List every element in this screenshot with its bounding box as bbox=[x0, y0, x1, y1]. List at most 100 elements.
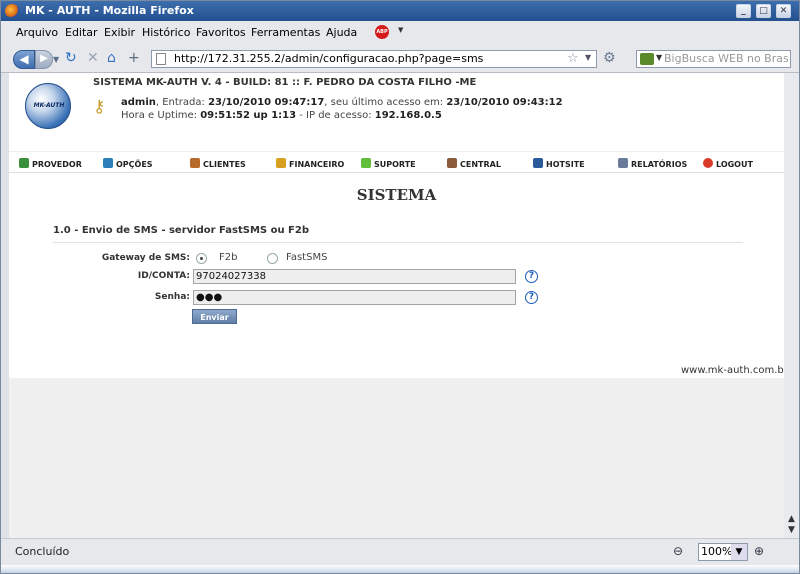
page-content: MK-AUTH SISTEMA MK-AUTH V. 4 - BUILD: 81… bbox=[9, 73, 784, 378]
finance-icon bbox=[276, 158, 286, 168]
entry-label: , Entrada: bbox=[155, 97, 205, 108]
menu-central[interactable]: CENTRAL bbox=[447, 158, 501, 169]
firefox-icon bbox=[5, 4, 19, 18]
menu-arquivo[interactable]: Arquivo bbox=[16, 26, 58, 39]
uptime-value: 09:51:52 up 1:13 bbox=[200, 110, 297, 121]
last-access-label: , seu último acesso em: bbox=[324, 97, 444, 108]
entry-time: 23/10/2010 09:47:17 bbox=[208, 97, 325, 108]
forward-button[interactable]: ▶ bbox=[35, 50, 53, 69]
addon-icon[interactable]: ⚙ bbox=[603, 49, 616, 67]
submit-button[interactable]: Enviar bbox=[192, 309, 237, 324]
desktop-strip bbox=[1, 565, 799, 573]
menu-opcoes[interactable]: OPÇÕES bbox=[103, 158, 153, 169]
menu-suporte[interactable]: SUPORTE bbox=[361, 158, 416, 169]
clients-icon bbox=[190, 158, 200, 168]
ip-value: 192.168.0.5 bbox=[374, 110, 442, 121]
menu-editar[interactable]: Editar bbox=[65, 26, 98, 39]
page-icon bbox=[156, 53, 166, 65]
menu-relatorios[interactable]: RELATÓRIOS bbox=[618, 158, 687, 169]
zoom-select[interactable]: 100% ▼ bbox=[698, 543, 748, 561]
password-help-icon[interactable]: ? bbox=[525, 291, 538, 304]
central-icon bbox=[447, 158, 457, 168]
system-info: SISTEMA MK-AUTH V. 4 - BUILD: 81 :: F. P… bbox=[93, 77, 477, 88]
menu-central-label: CENTRAL bbox=[460, 160, 501, 169]
scroll-down-icon[interactable]: ▼ bbox=[788, 525, 795, 535]
id-help-icon[interactable]: ? bbox=[525, 270, 538, 283]
mk-auth-logo: MK-AUTH bbox=[25, 83, 71, 129]
adblock-icon[interactable]: ABP bbox=[375, 25, 389, 39]
menu-exibir[interactable]: Exibir bbox=[104, 26, 135, 39]
zoom-in-icon[interactable]: ⊕ bbox=[754, 544, 764, 558]
id-field[interactable]: 97024027338 bbox=[193, 269, 516, 284]
zoom-out-icon[interactable]: ⊖ bbox=[673, 544, 683, 558]
minimize-button[interactable]: _ bbox=[736, 4, 751, 18]
page-viewport: MK-AUTH SISTEMA MK-AUTH V. 4 - BUILD: 81… bbox=[9, 73, 784, 538]
password-label: Senha: bbox=[154, 292, 190, 302]
menu-hotsite-label: HOTSITE bbox=[546, 160, 585, 169]
logout-icon bbox=[703, 158, 713, 168]
menu-provedor[interactable]: PROVEDOR bbox=[19, 158, 82, 169]
browser-window: MK - AUTH - Mozilla Firefox _ □ ✕ Arquiv… bbox=[0, 0, 800, 574]
ip-label: - IP de acesso: bbox=[299, 110, 372, 121]
scroll-up-icon[interactable]: ▲ bbox=[788, 514, 795, 524]
menu-hotsite[interactable]: HOTSITE bbox=[533, 158, 585, 169]
url-dropdown-icon[interactable]: ▼ bbox=[585, 50, 591, 66]
zoom-value: 100% bbox=[701, 545, 733, 558]
bookmark-star-icon[interactable]: ☆ bbox=[567, 51, 579, 67]
title-bar: MK - AUTH - Mozilla Firefox _ □ ✕ bbox=[1, 1, 799, 21]
gateway-label: Gateway de SMS: bbox=[101, 253, 190, 263]
menu-financeiro-label: FINANCEIRO bbox=[289, 160, 345, 169]
url-bar[interactable]: http://172.31.255.2/admin/configuracao.p… bbox=[151, 50, 597, 68]
menu-ferramentas[interactable]: Ferramentas bbox=[251, 26, 320, 39]
page-title: SISTEMA bbox=[356, 186, 437, 204]
section-title: 1.0 - Envio de SMS - servidor FastSMS ou… bbox=[53, 225, 310, 236]
status-text: Concluído bbox=[15, 545, 70, 558]
status-bar: Concluído ⊖ 100% ▼ ⊕ bbox=[1, 538, 799, 565]
maximize-button[interactable]: □ bbox=[756, 4, 771, 18]
menu-clientes[interactable]: CLIENTES bbox=[190, 158, 246, 169]
url-text[interactable]: http://172.31.255.2/admin/configuracao.p… bbox=[174, 51, 483, 67]
adblock-dropdown-icon[interactable]: ▼ bbox=[398, 26, 403, 34]
top-menu: PROVEDOR OPÇÕES CLIENTES FINANCEIRO SUPO… bbox=[9, 151, 784, 173]
navigation-toolbar: ◀ ▶ ▼ ↻ ✕ ⌂ + http://172.31.255.2/admin/… bbox=[1, 45, 799, 73]
menu-favoritos[interactable]: Favoritos bbox=[196, 26, 246, 39]
close-button[interactable]: ✕ bbox=[776, 4, 791, 18]
back-button[interactable]: ◀ bbox=[13, 50, 35, 69]
logo-text: MK-AUTH bbox=[33, 102, 65, 109]
id-label: ID/CONTA: bbox=[137, 271, 190, 281]
gateway-option-fastsms: FastSMS bbox=[286, 252, 328, 263]
uptime-label: Hora e Uptime: bbox=[121, 110, 198, 121]
history-dropdown-icon[interactable]: ▼ bbox=[53, 51, 59, 69]
menu-clientes-label: CLIENTES bbox=[203, 160, 246, 169]
hotsite-icon bbox=[533, 158, 543, 168]
section-divider bbox=[53, 242, 743, 243]
username: admin bbox=[121, 97, 156, 108]
menu-financeiro[interactable]: FINANCEIRO bbox=[276, 158, 344, 169]
menu-ajuda[interactable]: Ajuda bbox=[326, 26, 357, 39]
keys-icon: ⚷ bbox=[93, 97, 106, 117]
user-info: admin, Entrada: 23/10/2010 09:47:17, seu… bbox=[121, 97, 563, 108]
home-icon[interactable]: ⌂ bbox=[107, 49, 116, 67]
menu-logout-label: LOGOUT bbox=[716, 160, 753, 169]
reports-icon bbox=[618, 158, 628, 168]
bookmark-add-icon[interactable]: + bbox=[128, 49, 140, 67]
uptime-info: Hora e Uptime: 09:51:52 up 1:13 - IP de … bbox=[121, 110, 442, 121]
gateway-option-f2b: F2b bbox=[219, 252, 238, 263]
support-icon bbox=[361, 158, 371, 168]
vertical-scrollbar[interactable]: ▲ ▼ bbox=[784, 73, 799, 538]
stop-icon[interactable]: ✕ bbox=[87, 49, 99, 67]
menu-logout[interactable]: LOGOUT bbox=[703, 158, 753, 169]
zoom-dropdown-icon[interactable]: ▼ bbox=[731, 544, 747, 560]
window-title: MK - AUTH - Mozilla Firefox bbox=[25, 4, 194, 17]
search-box[interactable]: ▼ BigBusca WEB no Brasil bbox=[636, 50, 791, 68]
last-access-time: 23/10/2010 09:43:12 bbox=[446, 97, 563, 108]
menu-historico[interactable]: Histórico bbox=[142, 26, 190, 39]
password-field[interactable]: ●●● bbox=[193, 290, 516, 305]
search-engine-icon[interactable] bbox=[640, 53, 654, 65]
footer-link[interactable]: www.mk-auth.com.br bbox=[681, 365, 784, 376]
search-placeholder[interactable]: BigBusca WEB no Brasil bbox=[664, 51, 789, 67]
reload-icon[interactable]: ↻ bbox=[65, 49, 77, 67]
gateway-radio-fastsms[interactable] bbox=[267, 253, 278, 264]
gateway-radio-f2b[interactable] bbox=[196, 253, 207, 264]
search-engine-dropdown-icon[interactable]: ▼ bbox=[656, 50, 662, 66]
